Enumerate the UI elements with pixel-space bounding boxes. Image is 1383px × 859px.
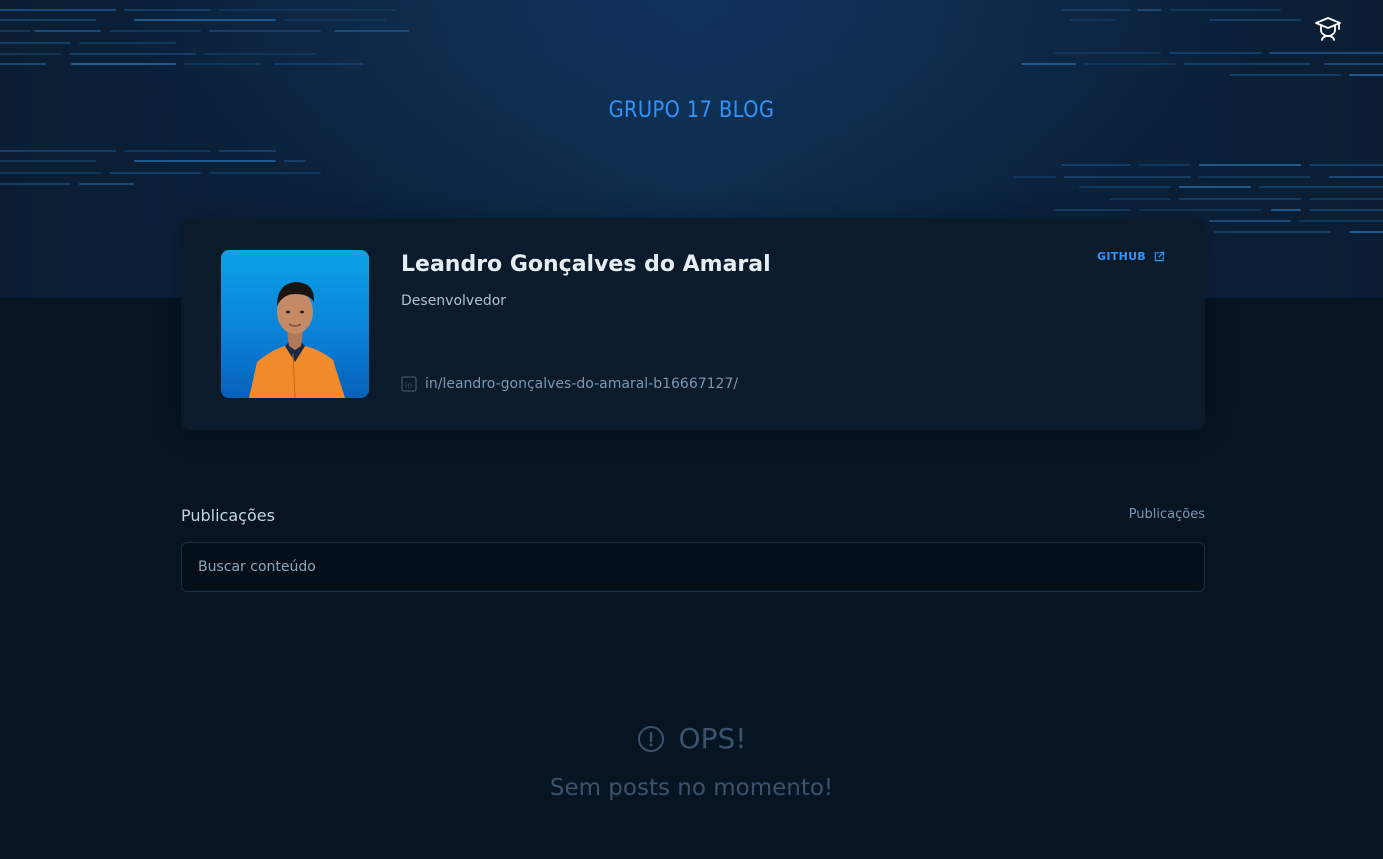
profile-card: Leandro Gonçalves do Amaral Desenvolvedo… [181,218,1205,430]
publications-count: Publicações [1128,507,1205,522]
avatar [221,250,369,398]
github-label[interactable]: GITHUB [1097,250,1146,263]
publications-title: Publicações [181,506,275,525]
linkedin-link[interactable]: in in/leandro-gonçalves-do-amaral-b16667… [401,376,738,392]
linkedin-icon: in [401,376,417,392]
page: GRUPO 17 BLOG Leandro Gonçalves do Amara… [0,0,1383,859]
profile-role: Desenvolvedor [401,293,507,309]
linkedin-handle[interactable]: in/leandro-gonçalves-do-amaral-b16667127… [425,376,738,392]
graduation-cap-icon[interactable] [1313,14,1343,44]
empty-state-message: Sem posts no momento! [549,775,834,801]
github-link[interactable]: GITHUB [1097,250,1165,263]
blog-title: GRUPO 17 BLOG [608,98,775,123]
search-input[interactable] [181,542,1205,592]
external-link-icon [1154,251,1165,262]
empty-state-header: OPS! [0,722,1383,755]
profile-name: Leandro Gonçalves do Amaral [401,252,771,277]
empty-state-title: OPS! [678,722,747,755]
alert-circle-icon [637,725,664,752]
empty-state: OPS! Sem posts no momento! [0,722,1383,801]
svg-text:in: in [405,381,412,390]
